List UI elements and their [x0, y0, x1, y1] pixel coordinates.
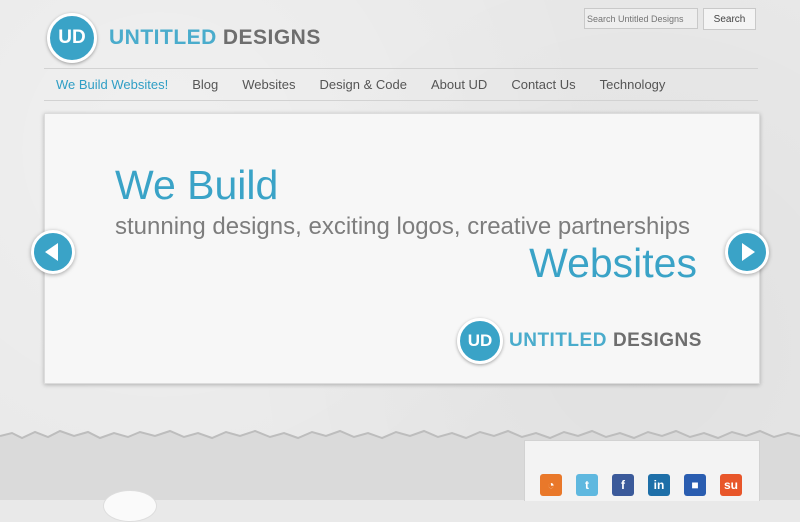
nav-item-contact-us[interactable]: Contact Us	[511, 77, 575, 92]
slide-logo: UD UNTITLED DESIGNS	[457, 318, 702, 364]
logo-word-untitled: UNTITLED	[109, 26, 217, 49]
nav-item-technology[interactable]: Technology	[600, 77, 666, 92]
arrow-right-icon	[742, 243, 755, 261]
slide-headline: We Build	[115, 162, 279, 208]
slide-logo-word-untitled: UNTITLED	[509, 330, 607, 351]
hero-slider: We Build stunning designs, exciting logo…	[44, 113, 760, 384]
nav-item-design-code[interactable]: Design & Code	[320, 77, 407, 92]
nav-item-we-build-websites[interactable]: We Build Websites!	[56, 77, 168, 92]
footer-decoration	[103, 490, 157, 522]
slide-logo-badge: UD	[457, 318, 503, 364]
nav-item-websites[interactable]: Websites	[242, 77, 295, 92]
nav-item-about-ud[interactable]: About UD	[431, 77, 487, 92]
slide-subline: stunning designs, exciting logos, creati…	[115, 213, 690, 240]
slide-headline-2: Websites	[529, 240, 697, 286]
stumbleupon-icon[interactable]: su	[720, 474, 742, 496]
search-form: Search	[584, 8, 756, 30]
search-button[interactable]: Search	[703, 8, 756, 30]
linkedin-icon[interactable]: in	[648, 474, 670, 496]
logo-word-designs: DESIGNS	[222, 26, 321, 49]
slide-logo-word-designs: DESIGNS	[612, 330, 702, 351]
search-input[interactable]	[584, 8, 698, 29]
facebook-icon[interactable]: f	[612, 474, 634, 496]
slider-next-button[interactable]	[725, 230, 769, 274]
arrow-left-icon	[45, 243, 58, 261]
site-logo[interactable]: UD UNTITLED DESIGNS	[47, 13, 321, 63]
slide-logo-wordmark: UNTITLED DESIGNS	[509, 330, 702, 352]
main-nav: We Build Websites! Blog Websites Design …	[44, 68, 758, 101]
logo-wordmark: UNTITLED DESIGNS	[109, 26, 321, 50]
twitter-icon[interactable]: t	[576, 474, 598, 496]
nav-item-blog[interactable]: Blog	[192, 77, 218, 92]
slider-prev-button[interactable]	[31, 230, 75, 274]
logo-badge: UD	[47, 13, 97, 63]
rss-icon[interactable]: ◔	[540, 474, 562, 496]
delicious-icon[interactable]: ■	[684, 474, 706, 496]
